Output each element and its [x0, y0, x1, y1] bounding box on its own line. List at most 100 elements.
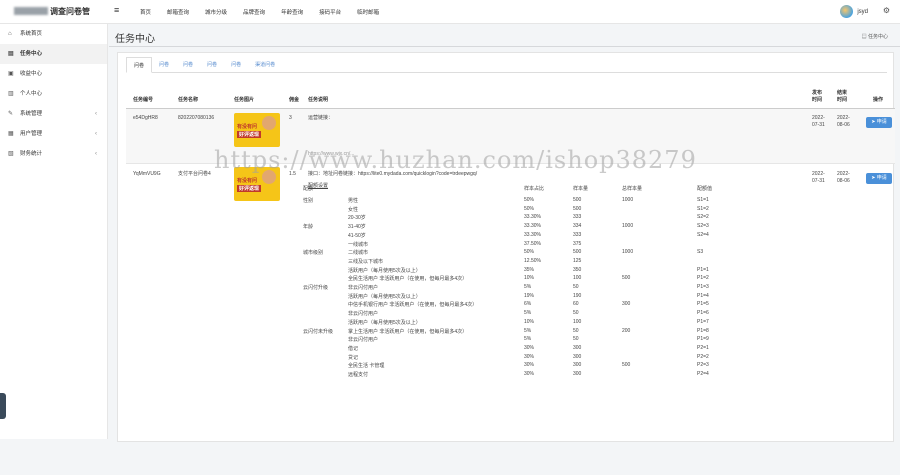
- quota-cell-c2: 活跃用户（每月使用5次及以上）: [348, 293, 421, 300]
- thumbnail-caption: 好评返现: [237, 185, 261, 192]
- quota-cell-c6: P2=4: [697, 371, 709, 377]
- topnav-item[interactable]: 临时邮箱: [349, 8, 387, 16]
- col-header-price: 佣金: [289, 97, 299, 104]
- quota-cell-c1: 年龄: [303, 223, 313, 230]
- quota-cell-c2: 活跃用户（每月使用5次及以上）: [348, 319, 421, 326]
- quota-cell-c3: 33.30%: [524, 232, 541, 238]
- table-header: 任务编号 任务名称 任务图片 佣金 任务说明 发布时间 结束时间 操作: [126, 79, 895, 109]
- topnav-item[interactable]: 品牌查询: [235, 8, 273, 16]
- main-content: 任务中心 ▤ 任务中心 问卷问卷问卷问卷问卷渠道问卷 任务编号 任务名称 任务图…: [109, 24, 900, 439]
- menu-toggle-icon[interactable]: ≡: [114, 5, 119, 15]
- quota-cell-c5: 500: [622, 275, 630, 281]
- quota-cell-c3: 37.50%: [524, 241, 541, 247]
- task-name: 8202207080136: [178, 115, 214, 122]
- topnav-item[interactable]: 首页: [132, 8, 159, 16]
- col-header-op: 操作: [873, 97, 883, 104]
- sidebar-item-label: 个人中心: [20, 91, 42, 97]
- sidebar: ⌂系统首页▤任务中心▣收益中心▥个人中心✎系统管理‹▦用户管理‹▧财务统计‹: [0, 24, 108, 439]
- quota-cell-c4: 300: [573, 354, 581, 360]
- sidebar-item[interactable]: ▦用户管理‹: [0, 124, 107, 144]
- quota-cell-c2: 二线城市: [348, 249, 368, 256]
- quota-cell-c2: 非云闪付用户: [348, 336, 378, 343]
- quota-cell-c4: 500: [573, 206, 581, 212]
- thumbnail-caption: 有没有问: [237, 177, 257, 184]
- sidebar-item-label: 财务统计: [20, 151, 42, 157]
- quota-cell-c3: 5%: [524, 336, 531, 342]
- quota-cell-c1: 城市级别: [303, 249, 323, 256]
- quota-cell-c3: 6%: [524, 301, 531, 307]
- quota-cell-c2: 全民生活 卡管理: [348, 362, 384, 369]
- app-logo[interactable]: 调查问卷管: [14, 6, 90, 17]
- sidebar-item[interactable]: ✎ 系统管理 ‹: [0, 104, 107, 124]
- quota-cell-c4: 190: [573, 293, 581, 299]
- quota-cell-c1: 云闪付升级: [303, 284, 328, 291]
- sidebar-item-label: 收益中心: [20, 71, 42, 77]
- home-icon: ⌂: [8, 24, 12, 44]
- task-thumbnail[interactable]: 有没有问 好评返现: [234, 113, 280, 147]
- chevron-left-icon: ‹: [95, 124, 97, 144]
- topnav-item[interactable]: 年龄查询: [273, 8, 311, 16]
- tab[interactable]: 问卷: [176, 57, 200, 73]
- quota-cell-c3: 50%: [524, 206, 534, 212]
- sidebar-resize-handle[interactable]: [0, 393, 6, 419]
- chevron-left-icon: ‹: [95, 104, 97, 124]
- quota-cell-c6: P1=3: [697, 284, 709, 290]
- app-title: 调查问卷管: [50, 7, 90, 16]
- breadcrumb[interactable]: ▤ 任务中心: [862, 33, 888, 40]
- task-end: 2022-08-06: [837, 171, 851, 185]
- blurred-logo-text: [14, 7, 48, 15]
- topnav-item[interactable]: 接码平台: [311, 8, 349, 16]
- task-id: e54DgHR8: [133, 115, 158, 122]
- col-header-start: 发布时间: [812, 90, 824, 104]
- quota-cell-c1: 云闪付未升级: [303, 328, 333, 335]
- send-icon: ➤: [871, 119, 875, 125]
- sidebar-item[interactable]: ▥个人中心: [0, 84, 107, 104]
- col-header-desc: 任务说明: [308, 97, 328, 104]
- quota-cell-c3: 5%: [524, 310, 531, 316]
- settings-gear-icon[interactable]: ⚙: [883, 6, 890, 15]
- title-divider: [109, 46, 900, 47]
- quota-cell-c3: 30%: [524, 354, 534, 360]
- col-header-end: 结束时间: [837, 90, 849, 104]
- apply-button[interactable]: ➤ 申请: [866, 173, 892, 184]
- topnav-item[interactable]: 城市分级: [197, 8, 235, 16]
- quota-cell-c4: 350: [573, 267, 581, 273]
- topnav-item[interactable]: 邮箱查询: [159, 8, 197, 16]
- sidebar-item[interactable]: ▤任务中心: [0, 44, 107, 64]
- tab[interactable]: 问卷: [152, 57, 176, 73]
- quota-cell-c3: 33.30%: [524, 214, 541, 220]
- quota-cell-c6: S2=2: [697, 214, 709, 220]
- quota-cell-c2: 掌上生活用户 非活跃用户（在使用，但每月最多4次）: [348, 328, 467, 335]
- quota-cell-c3: 10%: [524, 275, 534, 281]
- tab[interactable]: 问卷: [224, 57, 248, 73]
- apply-button[interactable]: ➤ 申请: [866, 117, 892, 128]
- task-end: 2022-08-06: [837, 115, 851, 129]
- quota-cell-c4: 300: [573, 371, 581, 377]
- task-start: 2022-07-31: [812, 115, 826, 129]
- top-nav: 首页 邮箱查询 城市分级 品牌查询 年龄查询 接码平台 临时邮箱: [132, 8, 387, 16]
- tab[interactable]: 问卷: [126, 57, 152, 73]
- page-title: 任务中心: [115, 30, 155, 45]
- tab[interactable]: 渠道问卷: [248, 57, 282, 73]
- sidebar-item[interactable]: ▧财务统计‹: [0, 144, 107, 164]
- quota-cell-c5: 500: [622, 362, 630, 368]
- quota-cell-c2: 借记: [348, 345, 358, 352]
- quota-cell-c3: 12.50%: [524, 258, 541, 264]
- wrench-icon: ✎: [8, 104, 13, 124]
- task-id: YqMmVU9G: [133, 171, 161, 178]
- user-menu[interactable]: jsyd: [840, 5, 868, 18]
- quota-cell-c6: S1=2: [697, 206, 709, 212]
- username: jsyd: [857, 9, 868, 15]
- send-icon: ➤: [871, 175, 875, 181]
- quota-cell-c4: 100: [573, 275, 581, 281]
- sidebar-item[interactable]: ⌂系统首页: [0, 24, 107, 44]
- sidebar-item[interactable]: ▣收益中心: [0, 64, 107, 84]
- quota-cell-c3: 5%: [524, 284, 531, 290]
- quota-cell-c3: 30%: [524, 371, 534, 377]
- task-start: 2022-07-31: [812, 171, 826, 185]
- thumbnail-caption: 好评返现: [237, 131, 261, 138]
- sidebar-item-label: 系统管理: [20, 111, 42, 117]
- sidebar-item-label: 用户管理: [20, 131, 42, 137]
- quota-cell-c2: 非云闪付用户: [348, 284, 378, 291]
- tab[interactable]: 问卷: [200, 57, 224, 73]
